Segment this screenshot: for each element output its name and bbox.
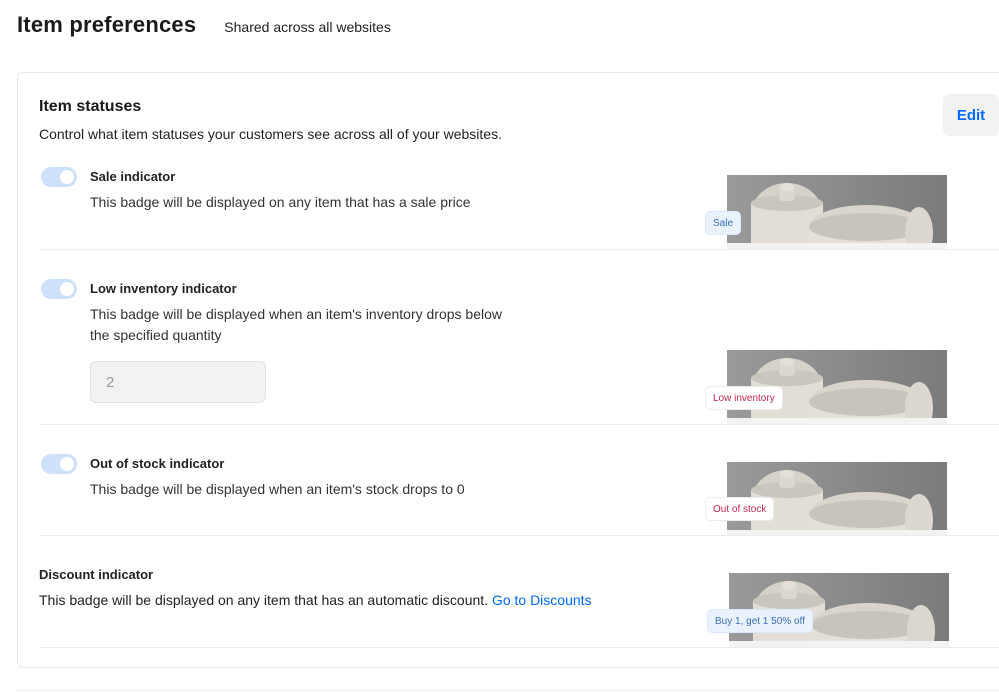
page-subtitle: Shared across all websites <box>224 19 391 35</box>
sale-indicator-description: This badge will be displayed on any item… <box>90 194 471 210</box>
discount-indicator-description: This badge will be displayed on any item… <box>39 592 489 608</box>
sale-indicator-title: Sale indicator <box>90 169 176 184</box>
low-inventory-description-line2: the specified quantity <box>90 327 222 343</box>
card-title: Item statuses <box>39 98 142 115</box>
page-title: Item preferences <box>17 12 197 37</box>
sale-badge: Sale <box>706 212 741 234</box>
low-inventory-badge: Low inventory <box>706 387 782 409</box>
sale-preview-image <box>727 175 947 249</box>
page-header: Item preferences Shared across all websi… <box>17 12 391 38</box>
out-of-stock-title: Out of stock indicator <box>90 456 225 471</box>
divider <box>39 647 999 648</box>
low-inventory-quantity-input[interactable] <box>90 361 266 403</box>
out-of-stock-description: This badge will be displayed when an ite… <box>90 481 465 497</box>
toggle-knob <box>60 170 74 184</box>
divider <box>39 535 999 536</box>
discount-indicator-title: Discount indicator <box>39 567 154 582</box>
edit-button[interactable]: Edit <box>943 94 999 136</box>
item-statuses-card: Item statuses Control what item statuses… <box>17 72 999 668</box>
out-of-stock-toggle[interactable] <box>41 454 77 474</box>
low-inventory-title: Low inventory indicator <box>90 281 237 296</box>
go-to-discounts-link[interactable]: Go to Discounts <box>492 592 592 608</box>
divider <box>39 249 999 250</box>
divider <box>39 424 999 425</box>
toggle-knob <box>60 282 74 296</box>
toggle-knob <box>60 457 74 471</box>
low-inventory-toggle[interactable] <box>41 279 77 299</box>
discount-badge: Buy 1, get 1 50% off <box>708 610 812 632</box>
sale-indicator-toggle[interactable] <box>41 167 77 187</box>
out-of-stock-badge: Out of stock <box>706 498 774 520</box>
product-preview-image-icon <box>727 183 947 249</box>
card-description: Control what item statuses your customer… <box>39 126 502 142</box>
low-inventory-description-line1: This badge will be displayed when an ite… <box>90 306 503 322</box>
bottom-divider <box>17 690 999 691</box>
discount-indicator-description-wrap: This badge will be displayed on any item… <box>39 590 592 611</box>
